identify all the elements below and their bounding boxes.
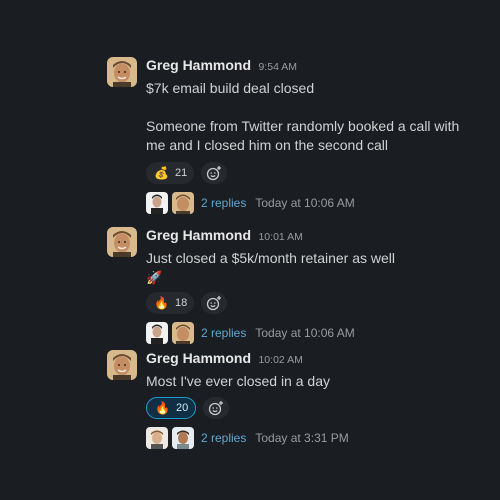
thread-summary[interactable]: 2 replies Today at 3:31 PM xyxy=(146,427,477,449)
reply-avatar xyxy=(146,427,168,449)
avatar-image xyxy=(107,227,137,257)
author-name[interactable]: Greg Hammond xyxy=(146,350,251,366)
message-content: Greg Hammond 10:01 AM Just closed a $5k/… xyxy=(146,226,477,344)
reply-avatar xyxy=(146,192,168,214)
fire-emoji: 🔥 xyxy=(154,296,169,310)
author-name[interactable]: Greg Hammond xyxy=(146,57,251,73)
message-line: Someone from Twitter randomly booked a c… xyxy=(146,118,460,153)
thread-avatars xyxy=(146,192,194,214)
message-text: $7k email build deal closed Someone from… xyxy=(146,79,477,155)
add-reaction-button[interactable] xyxy=(203,397,230,419)
add-reaction-button[interactable] xyxy=(201,162,228,184)
add-reaction-icon xyxy=(207,166,222,181)
message-line: $7k email build deal closed xyxy=(146,80,315,96)
author-name[interactable]: Greg Hammond xyxy=(146,227,251,243)
thread-summary[interactable]: 2 replies Today at 10:06 AM xyxy=(146,192,477,214)
replies-link[interactable]: 2 replies xyxy=(201,196,246,210)
message-header: Greg Hammond 10:01 AM xyxy=(146,226,477,247)
reply-avatar xyxy=(172,192,194,214)
last-reply-time: Today at 3:31 PM xyxy=(255,431,349,445)
last-reply-time: Today at 10:06 AM xyxy=(255,326,355,340)
message-header: Greg Hammond 9:54 AM xyxy=(146,56,477,77)
reaction-count: 21 xyxy=(174,167,188,179)
reaction-pill[interactable]: 🔥 18 xyxy=(146,292,195,314)
timestamp[interactable]: 10:01 AM xyxy=(258,231,302,243)
thread-avatars xyxy=(146,427,194,449)
timestamp[interactable]: 10:02 AM xyxy=(258,354,302,366)
add-reaction-icon xyxy=(207,296,222,311)
reply-avatar xyxy=(172,427,194,449)
replies-link[interactable]: 2 replies xyxy=(201,431,246,445)
reaction-count: 18 xyxy=(174,297,188,309)
reply-avatar xyxy=(146,322,168,344)
timestamp[interactable]: 9:54 AM xyxy=(258,61,297,73)
reaction-pill[interactable]: 💰 21 xyxy=(146,162,195,184)
reaction-pill-active[interactable]: 🔥 20 xyxy=(146,397,197,419)
avatar[interactable] xyxy=(107,227,137,257)
reactions-bar: 🔥 18 xyxy=(146,292,477,314)
add-reaction-button[interactable] xyxy=(201,292,228,314)
thread-avatars xyxy=(146,322,194,344)
reactions-bar: 🔥 20 xyxy=(146,397,477,419)
message-line: Just closed a $5k/month retainer as well xyxy=(146,250,396,266)
message-content: Greg Hammond 9:54 AM $7k email build dea… xyxy=(146,56,477,214)
avatar[interactable] xyxy=(107,57,137,87)
reactions-bar: 💰 21 xyxy=(146,162,477,184)
message-content: Greg Hammond 10:02 AM Most I've ever clo… xyxy=(146,349,477,449)
avatar[interactable] xyxy=(107,350,137,380)
message-text: Most I've ever closed in a day xyxy=(146,372,477,391)
replies-link[interactable]: 2 replies xyxy=(201,326,246,340)
message-line: Most I've ever closed in a day xyxy=(146,373,330,389)
message-text: Just closed a $5k/month retainer as well… xyxy=(146,249,477,287)
money-bag-emoji: 💰 xyxy=(154,166,169,180)
add-reaction-icon xyxy=(209,401,224,416)
rocket-emoji: 🚀 xyxy=(146,270,163,285)
reaction-count: 20 xyxy=(175,402,189,414)
fire-emoji: 🔥 xyxy=(155,401,170,415)
message-header: Greg Hammond 10:02 AM xyxy=(146,349,477,370)
last-reply-time: Today at 10:06 AM xyxy=(255,196,355,210)
reply-avatar xyxy=(172,322,194,344)
avatar-image xyxy=(107,57,137,87)
thread-summary[interactable]: 2 replies Today at 10:06 AM xyxy=(146,322,477,344)
avatar-image xyxy=(107,350,137,380)
